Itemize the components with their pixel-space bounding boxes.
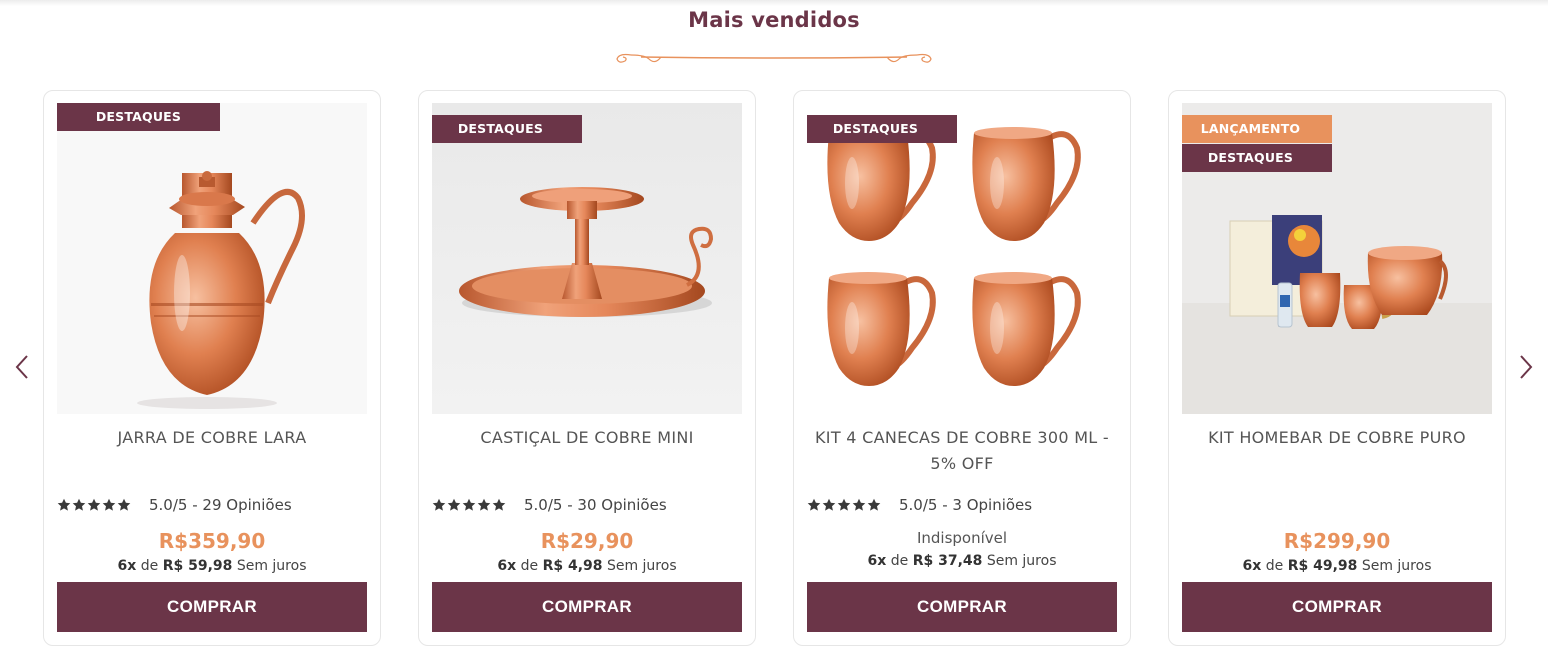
product-rating: 5.0/5 - 30 Opiniões: [432, 494, 667, 516]
section-title: Mais vendidos: [688, 8, 860, 32]
rating-text: 5.0/5 - 30 Opiniões: [524, 496, 667, 514]
product-image[interactable]: DESTAQUES: [432, 103, 742, 414]
rating-stars: [57, 498, 131, 512]
star-icon: [807, 498, 821, 512]
product-image[interactable]: LANÇAMENTO DESTAQUES: [1182, 103, 1492, 414]
product-name[interactable]: CASTIÇAL DE COBRE MINI: [431, 425, 743, 451]
availability-status: Indisponível: [916, 529, 1008, 547]
chevron-right-icon: [1520, 355, 1533, 379]
installments: 6x de R$ 4,98 Sem juros: [497, 558, 677, 574]
star-icon: [57, 498, 71, 512]
copper-jug-image: [57, 103, 367, 414]
carousel-prev-button[interactable]: [12, 352, 32, 382]
badge-destaques: DESTAQUES: [807, 115, 957, 143]
installments: 6x de R$ 59,98 Sem juros: [117, 558, 307, 574]
buy-button[interactable]: COMPRAR: [1182, 582, 1492, 632]
rating-stars: [807, 498, 881, 512]
star-icon: [87, 498, 101, 512]
buy-button[interactable]: COMPRAR: [807, 582, 1117, 632]
carousel-next-button[interactable]: [1516, 352, 1536, 382]
product-rating: 5.0/5 - 3 Opiniões: [807, 494, 1032, 516]
product-card[interactable]: DESTAQUES JARRA DE COBRE LARA 5.0/5 - 29…: [43, 90, 381, 646]
badge-destaques: DESTAQUES: [57, 103, 220, 131]
buy-button[interactable]: COMPRAR: [57, 582, 367, 632]
product-price: R$299,90: [1283, 529, 1391, 553]
product-name[interactable]: JARRA DE COBRE LARA: [56, 425, 368, 451]
product-price: R$359,90: [158, 529, 266, 553]
rating-text: 5.0/5 - 3 Opiniões: [899, 496, 1033, 514]
star-icon: [102, 498, 116, 512]
header-shadow: [0, 0, 1548, 6]
badge-lancamento: LANÇAMENTO: [1182, 115, 1332, 143]
badge-destaques: DESTAQUES: [432, 115, 582, 143]
product-card[interactable]: DESTAQUES KIT 4 CANECAS DE COBRE 300 ML …: [793, 90, 1131, 646]
product-card[interactable]: LANÇAMENTO DESTAQUES KIT HOMEBAR DE COBR…: [1168, 90, 1506, 646]
installments: 6x de R$ 49,98 Sem juros: [1242, 558, 1432, 574]
ornament-divider: [616, 53, 932, 63]
installments: 6x de R$ 37,48 Sem juros: [867, 553, 1057, 569]
badge-destaques: DESTAQUES: [1182, 144, 1332, 172]
star-icon: [462, 498, 476, 512]
product-price: R$29,90: [540, 529, 634, 553]
star-icon: [852, 498, 866, 512]
copper-candlestick-image: [432, 103, 742, 414]
star-icon: [117, 498, 131, 512]
star-icon: [447, 498, 461, 512]
star-icon: [837, 498, 851, 512]
product-image[interactable]: DESTAQUES: [57, 103, 367, 414]
product-rating: 5.0/5 - 29 Opiniões: [57, 494, 292, 516]
rating-stars: [432, 498, 506, 512]
star-icon: [72, 498, 86, 512]
star-icon: [867, 498, 881, 512]
product-card[interactable]: DESTAQUES CASTIÇAL DE COBRE MINI 5.0/5 -…: [418, 90, 756, 646]
star-icon: [822, 498, 836, 512]
rating-text: 5.0/5 - 29 Opiniões: [149, 496, 292, 514]
buy-button[interactable]: COMPRAR: [432, 582, 742, 632]
star-icon: [432, 498, 446, 512]
star-icon: [477, 498, 491, 512]
chevron-left-icon: [15, 355, 28, 379]
product-name[interactable]: KIT 4 CANECAS DE COBRE 300 ML - 5% OFF: [806, 425, 1118, 477]
star-icon: [492, 498, 506, 512]
product-image[interactable]: DESTAQUES: [807, 103, 1117, 414]
product-name[interactable]: KIT HOMEBAR DE COBRE PURO: [1181, 425, 1493, 451]
copper-mugs-image: [807, 103, 1117, 414]
